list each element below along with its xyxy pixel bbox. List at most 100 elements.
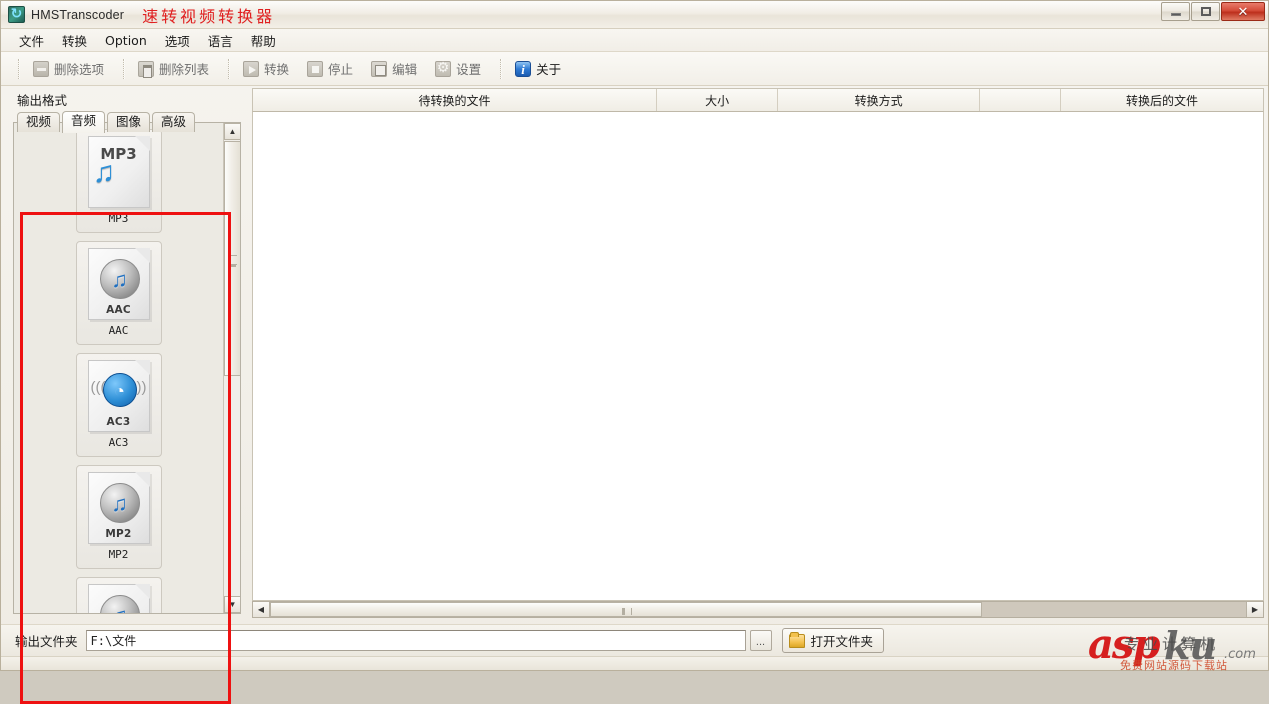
scroll-down-button[interactable]: ▼ (224, 596, 241, 613)
window-subtitle: 速转视频转换器 (142, 3, 275, 27)
aac-file-icon: AAC (88, 248, 150, 320)
output-folder-label: 输出文件夹 (15, 631, 78, 650)
format-label: MP2 (109, 548, 129, 561)
mp2-badge: MP2 (89, 528, 149, 540)
toolbar-about-button[interactable]: 关于 (509, 55, 571, 82)
toolbar-settings-button[interactable]: 设置 (429, 55, 491, 82)
gear-icon (435, 61, 451, 77)
minimize-button[interactable] (1161, 2, 1190, 21)
output-folder-input[interactable] (86, 630, 746, 651)
list-item[interactable]: MP2 MP2 (76, 465, 162, 569)
list-item-partial[interactable] (76, 577, 162, 614)
main-body: 输出格式 视频 音频 图像 高级 MP3 ♫ MP3 (1, 86, 1268, 624)
window-controls: ✕ (1161, 2, 1265, 21)
window-title: HMSTranscoder (31, 8, 124, 22)
music-note-icon: ♫ (93, 159, 116, 187)
disc-icon (100, 483, 140, 523)
toolbar-settings-label: 设置 (456, 59, 481, 78)
list-item[interactable]: AAC AAC (76, 241, 162, 345)
open-folder-button[interactable]: 打开文件夹 (782, 628, 885, 653)
scroll-left-button[interactable]: ◀ (253, 602, 270, 617)
tab-image[interactable]: 图像 (107, 112, 150, 132)
file-list-panel: 待转换的文件 大小 转换方式 转换后的文件 ◀ ▶ (252, 88, 1264, 618)
minimize-icon (1162, 3, 1189, 20)
menu-item-convert[interactable]: 转换 (54, 29, 95, 52)
tab-video[interactable]: 视频 (17, 112, 60, 132)
toolbar-convert-button[interactable]: 转换 (237, 55, 299, 82)
column-header-size[interactable]: 大小 (657, 89, 778, 111)
info-icon (515, 61, 531, 77)
menu-item-file[interactable]: 文件 (11, 29, 52, 52)
watermark: asp ku .com 专业计算机 免费网站源码下载站 (1086, 621, 1264, 677)
status-bar (1, 656, 1268, 670)
application-window: HMSTranscoder 速转视频转换器 ✕ 文件 转换 Option 选项 … (0, 0, 1269, 671)
close-button[interactable]: ✕ (1221, 2, 1265, 21)
toolbar-separator (123, 59, 125, 79)
open-folder-label: 打开文件夹 (811, 631, 874, 650)
format-list-scrollbar[interactable]: ▲ ▼ (223, 123, 240, 613)
disc-icon (100, 595, 140, 614)
format-list-container: MP3 ♫ MP3 AAC AAC ((( (13, 122, 241, 614)
play-icon (243, 61, 259, 77)
toolbar-separator (500, 59, 502, 79)
format-tabs: 视频 音频 图像 高级 (17, 112, 245, 132)
title-bar: HMSTranscoder 速转视频转换器 ✕ (1, 1, 1268, 29)
maximize-button[interactable] (1191, 2, 1220, 21)
scrollbar-thumb[interactable] (224, 141, 241, 376)
tab-audio[interactable]: 音频 (62, 111, 105, 133)
menu-item-settings[interactable]: 选项 (157, 29, 198, 52)
toolbar-convert-label: 转换 (264, 59, 289, 78)
mp2-file-icon: MP2 (88, 472, 150, 544)
output-format-title: 输出格式 (17, 90, 245, 109)
list-item[interactable]: ((( ))) AC3 AC3 (76, 353, 162, 457)
toolbar-edit-button[interactable]: 编辑 (365, 55, 427, 82)
ac3-file-icon: ((( ))) AC3 (88, 360, 150, 432)
toolbar-clear-list-button[interactable]: 删除列表 (132, 55, 219, 82)
maximize-icon (1192, 3, 1219, 20)
menu-item-help[interactable]: 帮助 (243, 29, 284, 52)
toolbar-remove-selected-button[interactable]: 删除选项 (27, 55, 114, 82)
tab-advanced[interactable]: 高级 (152, 112, 195, 132)
next-format-file-icon (88, 584, 150, 614)
close-icon: ✕ (1222, 3, 1264, 20)
watermark-overlay-top: 专业计算机 (1124, 633, 1219, 654)
toolbar-about-label: 关于 (536, 59, 561, 78)
toolbar-remove-selected-label: 删除选项 (54, 59, 104, 78)
format-label: AC3 (109, 436, 129, 449)
scrollbar-track[interactable] (270, 602, 1246, 617)
menu-item-language[interactable]: 语言 (200, 29, 241, 52)
close-glyph: ✕ (1238, 5, 1249, 18)
format-label: AAC (109, 324, 129, 337)
scroll-right-button[interactable]: ▶ (1246, 602, 1263, 617)
format-list: MP3 ♫ MP3 AAC AAC ((( (14, 123, 223, 613)
file-list-header: 待转换的文件 大小 转换方式 转换后的文件 (252, 88, 1264, 112)
mp3-file-icon: MP3 ♫ (88, 136, 150, 208)
file-list-horizontal-scrollbar[interactable]: ◀ ▶ (252, 601, 1264, 618)
column-header-source-file[interactable]: 待转换的文件 (253, 89, 657, 111)
output-folder-bar: 输出文件夹 ... 打开文件夹 asp ku .com 专业计算机 免费网站源码… (1, 624, 1268, 656)
column-header-convert-mode[interactable]: 转换方式 (778, 89, 980, 111)
menu-bar: 文件 转换 Option 选项 语言 帮助 (1, 29, 1268, 52)
file-list-body[interactable] (252, 112, 1264, 601)
output-format-panel: 输出格式 视频 音频 图像 高级 MP3 ♫ MP3 (9, 86, 245, 624)
toolbar-stop-label: 停止 (328, 59, 353, 78)
column-header-output-file[interactable]: 转换后的文件 (1061, 89, 1263, 111)
browse-folder-button[interactable]: ... (750, 630, 772, 651)
column-header-blank[interactable] (980, 89, 1061, 111)
aac-badge: AAC (89, 304, 149, 316)
toolbar: 删除选项 删除列表 转换 停止 编辑 设置 关于 (1, 52, 1268, 86)
ac3-badge: AC3 (89, 416, 149, 428)
format-label: MP3 (109, 212, 129, 225)
scrollbar-thumb[interactable] (270, 602, 982, 617)
toolbar-stop-button[interactable]: 停止 (301, 55, 363, 82)
stop-icon (307, 61, 323, 77)
watermark-com: .com (1224, 647, 1256, 662)
transcoder-icon (8, 6, 25, 23)
menu-item-option[interactable]: Option (97, 31, 155, 50)
list-item[interactable]: MP3 ♫ MP3 (76, 129, 162, 233)
trash-icon (138, 61, 154, 77)
toolbar-edit-label: 编辑 (392, 59, 417, 78)
minus-icon (33, 61, 49, 77)
quicktime-icon (103, 373, 137, 407)
toolbar-separator (228, 59, 230, 79)
